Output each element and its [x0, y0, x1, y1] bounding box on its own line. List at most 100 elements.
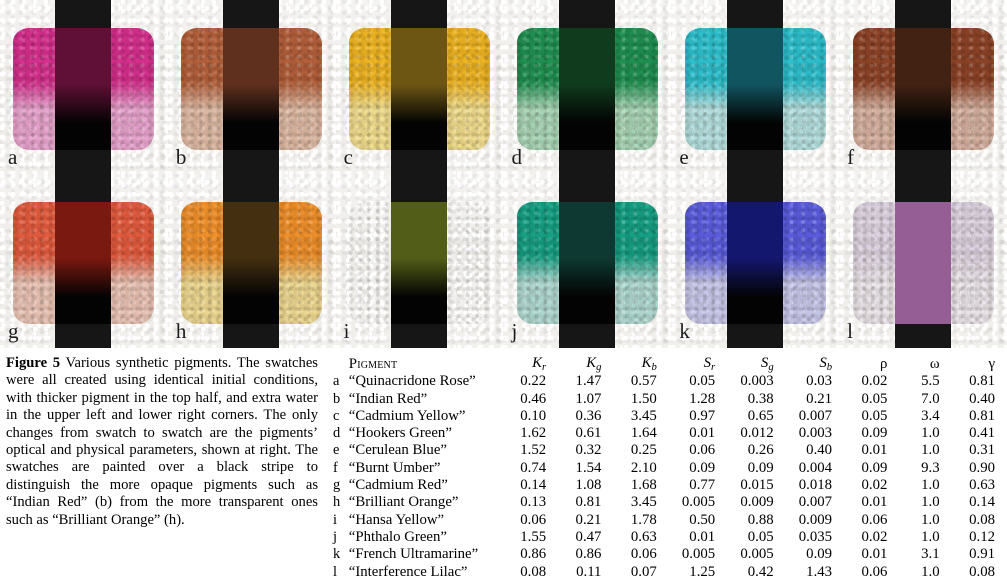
- header-sg: Sg: [760, 355, 774, 373]
- cell-b-Sr: 1.28: [689, 390, 716, 407]
- swatch-h: h: [167, 174, 336, 348]
- cell-e-Kb: 0.25: [630, 442, 657, 459]
- swatch-letter-g: g: [8, 319, 19, 343]
- swatch-paint-a: [13, 27, 155, 150]
- swatch-paint-d: [516, 27, 658, 150]
- cell-c-Sr: 0.97: [689, 407, 716, 424]
- swatch-f: f: [839, 0, 1007, 174]
- cell-l-rho: 0.06: [861, 563, 888, 580]
- cell-a-Sb: 0.03: [806, 373, 833, 390]
- cell-e-rho: 0.01: [861, 442, 888, 459]
- header-sb: Sb: [819, 355, 833, 373]
- cell-c-Kr: 0.10: [520, 407, 547, 424]
- cell-h-Kb: 3.45: [630, 494, 657, 511]
- cell-c-Sb: 0.007: [798, 407, 833, 424]
- swatch-letter-c: c: [343, 145, 353, 169]
- cell-b-Kg: 1.07: [575, 390, 602, 407]
- cell-f-Sr: 0.09: [689, 459, 716, 476]
- figure-swatch-plate: a b c d e f g h i j k l: [0, 0, 1007, 348]
- pigment-name-c: “Cadmium Yellow”: [348, 407, 466, 424]
- cell-h-Sg: 0.009: [740, 494, 774, 511]
- cell-f-Kg: 1.54: [575, 459, 602, 476]
- row-key-f: f: [333, 459, 338, 476]
- cell-j-Kr: 1.55: [520, 528, 547, 545]
- swatch-d: d: [503, 0, 672, 174]
- cell-j-gamma: 0.12: [969, 528, 995, 545]
- cell-h-gamma: 0.14: [969, 494, 995, 511]
- cell-l-gamma: 0.08: [969, 563, 995, 580]
- swatch-paint-i: [349, 201, 491, 324]
- pigment-name-e: “Cerulean Blue”: [348, 442, 447, 459]
- cell-l-Sg: 0.42: [747, 563, 774, 580]
- swatch-g: g: [0, 174, 168, 348]
- cell-e-omega: 1.0: [921, 442, 940, 459]
- header-kb: Kb: [641, 355, 657, 373]
- row-key-a: a: [333, 373, 340, 390]
- cell-g-omega: 1.0: [921, 477, 940, 494]
- swatch-letter-h: h: [175, 319, 187, 343]
- figure-label: Figure 5: [6, 355, 61, 371]
- cell-b-Sb: 0.21: [806, 390, 833, 407]
- cell-d-gamma: 0.41: [969, 425, 995, 442]
- swatch-paint-l: [852, 201, 994, 324]
- header-key-column: [330, 355, 349, 373]
- cell-i-Kg: 0.21: [575, 511, 602, 528]
- row-key-h: h: [333, 494, 341, 511]
- cell-c-Kb: 3.45: [630, 407, 657, 424]
- figure-caption: Figure 5 Various synthetic pigments. The…: [6, 355, 318, 529]
- swatch-c: c: [335, 0, 504, 174]
- table-row: f “Burnt Umber” 0.74 1.54 2.10 0.09 0.09 0.004 0…: [330, 460, 1007, 477]
- cell-j-Kg: 0.47: [575, 528, 602, 545]
- cell-a-Kg: 1.47: [575, 373, 602, 390]
- cell-i-gamma: 0.08: [969, 511, 995, 528]
- cell-k-rho: 0.01: [861, 546, 888, 563]
- cell-f-Sg: 0.09: [747, 459, 774, 476]
- header-rho: ρ: [880, 355, 888, 372]
- cell-i-omega: 1.0: [921, 511, 940, 528]
- cell-i-Kr: 0.06: [520, 511, 547, 528]
- row-key-c: c: [333, 407, 340, 424]
- swatch-paint-c: [349, 27, 491, 150]
- swatch-j: j: [503, 174, 672, 348]
- pigment-name-a: “Quinacridone Rose”: [348, 373, 476, 390]
- header-gamma: γ: [988, 355, 995, 372]
- cell-g-Kb: 1.68: [630, 477, 657, 494]
- swatch-row-top: a b c d e f: [0, 0, 1007, 174]
- cell-f-gamma: 0.90: [969, 459, 995, 476]
- swatch-paint-f: [852, 27, 994, 150]
- swatch-i: i: [335, 174, 504, 348]
- cell-c-Sg: 0.65: [747, 407, 774, 424]
- cell-k-Kg: 0.86: [575, 546, 602, 563]
- table-row: i “Hansa Yellow” 0.06 0.21 1.78 0.50 0.88 0.009…: [330, 512, 1007, 529]
- row-key-e: e: [333, 442, 340, 459]
- row-key-b: b: [333, 390, 341, 407]
- cell-k-Sg: 0.005: [740, 546, 774, 563]
- cell-d-rho: 0.09: [861, 425, 888, 442]
- pigment-name-k: “French Ultramarine”: [348, 546, 479, 563]
- cell-b-Kb: 1.50: [630, 390, 657, 407]
- cell-h-omega: 1.0: [921, 494, 940, 511]
- cell-a-omega: 5.5: [921, 373, 940, 390]
- swatch-paint-k: [684, 201, 826, 324]
- pigment-name-g: “Cadmium Red”: [348, 477, 448, 494]
- cell-j-Sb: 0.035: [798, 528, 833, 545]
- swatch-l: l: [839, 174, 1007, 348]
- swatch-letter-f: f: [847, 145, 855, 169]
- cell-g-Sg: 0.015: [740, 477, 774, 494]
- swatch-letter-l: l: [847, 319, 853, 343]
- cell-k-Sb: 0.09: [806, 546, 833, 563]
- pigment-name-i: “Hansa Yellow”: [348, 511, 445, 528]
- table-body: a “Quinacridone Rose” 0.22 1.47 0.57 0.05 0.00…: [330, 373, 1007, 581]
- cell-e-Kg: 0.32: [575, 442, 602, 459]
- swatch-b: b: [167, 0, 336, 174]
- cell-g-Sb: 0.018: [798, 477, 833, 494]
- cell-i-rho: 0.06: [861, 511, 888, 528]
- row-key-d: d: [333, 425, 341, 442]
- table-header-row: Pigment Kr Kg Kb Sr Sg Sb ρ ω γ: [330, 355, 1007, 373]
- header-kr: Kr: [532, 355, 547, 373]
- cell-g-Sr: 0.77: [689, 477, 716, 494]
- header-pigment: Pigment: [348, 355, 398, 372]
- cell-e-Sb: 0.40: [806, 442, 833, 459]
- cell-l-Kg: 0.11: [576, 563, 602, 580]
- cell-c-rho: 0.05: [861, 407, 888, 424]
